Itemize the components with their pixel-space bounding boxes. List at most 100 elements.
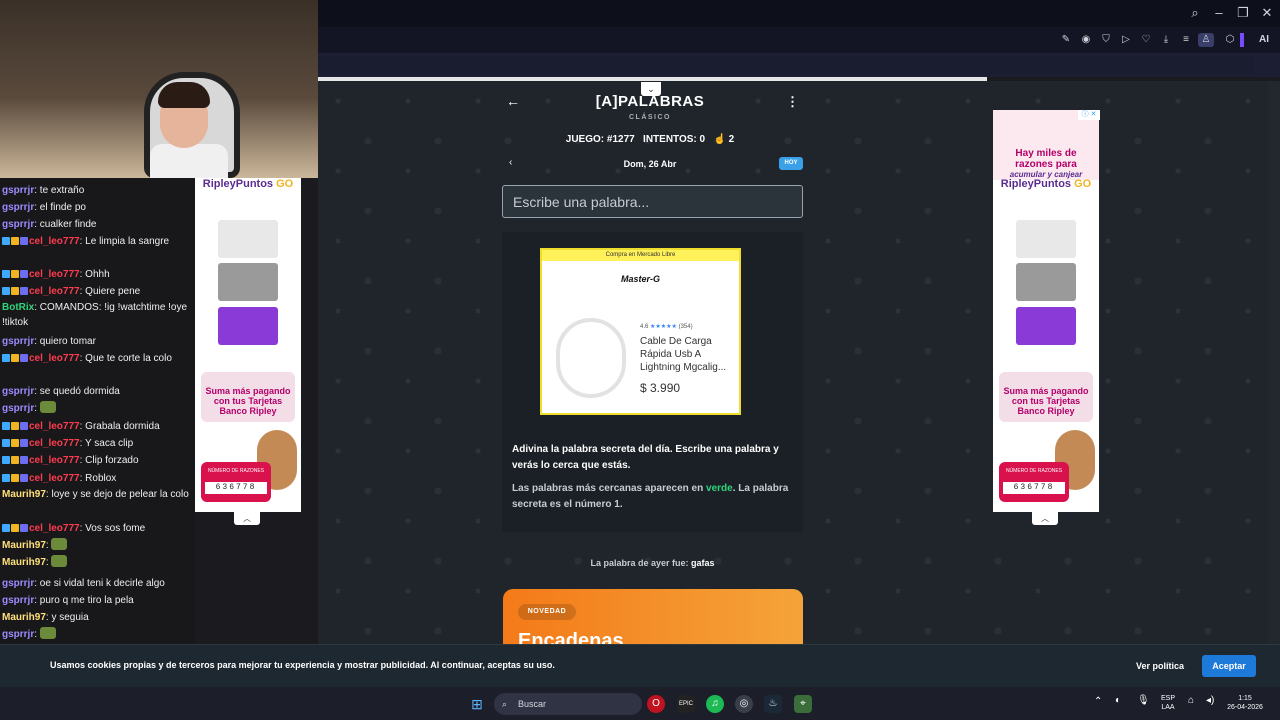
chat-message: cel_leo777: Quiere pene (2, 283, 192, 300)
chat-username[interactable]: cel_leo777 (29, 438, 80, 449)
streamer-torso (150, 144, 228, 178)
camera-icon[interactable]: ◉ (1078, 33, 1094, 47)
chat-message: gsprrjr: te extraño (2, 185, 85, 196)
today-button[interactable]: HOY (779, 157, 803, 170)
card-image (218, 263, 278, 301)
accept-button[interactable]: Aceptar (1202, 655, 1256, 677)
microphone-icon[interactable]: 🎙︎ (1137, 696, 1150, 706)
collapse-ad-left-button[interactable]: ︿ (234, 512, 260, 525)
taskbar-search[interactable]: ⌕ Buscar (494, 693, 642, 715)
chat-username[interactable]: gsprrjr (2, 578, 34, 589)
chat-username[interactable]: Maurih97 (2, 489, 46, 500)
badge-icon (11, 439, 19, 447)
edit-icon[interactable]: ✎ (1058, 33, 1074, 47)
badge-icon (2, 422, 10, 430)
emote-icon (39, 401, 56, 413)
clock[interactable]: 1:15 26-04-2026 (1224, 694, 1266, 712)
chat-message: cel_leo777: Que te corte la colo (2, 350, 192, 367)
tray-chevron-icon[interactable]: ⌃ (1094, 697, 1102, 707)
collapse-ad-right-button[interactable]: ︿ (1032, 512, 1058, 525)
badge-icon (20, 287, 28, 295)
address-bar[interactable] (318, 56, 1253, 74)
minimize-icon[interactable]: – (1209, 5, 1229, 20)
chat-username[interactable]: cel_leo777 (29, 286, 80, 297)
chat-message: gsprrjr: oe si vidal teni k decirle algo (2, 578, 165, 589)
maps-icon[interactable]: ⌖ (794, 695, 812, 713)
badge-icon (11, 270, 19, 278)
hint-icon[interactable]: ☝ (713, 134, 725, 145)
badge-icon (11, 456, 19, 464)
chat-username[interactable]: gsprrjr (2, 219, 34, 230)
epic-games-icon[interactable]: EPIC (677, 695, 695, 713)
stream-chat: gsprrjr: te extraño gsprrjr: el finde po g… (0, 178, 195, 720)
chat-username[interactable]: gsprrjr (2, 629, 34, 640)
chat-username[interactable]: cel_leo777 (29, 523, 80, 534)
chat-message: cel_leo777: Grabala dormida (2, 418, 192, 435)
language-indicator[interactable]: ESP LAA (1155, 694, 1181, 712)
play-icon[interactable]: ▷ (1118, 33, 1134, 47)
chat-username[interactable]: cel_leo777 (29, 269, 80, 280)
ad-price: $ 3.990 (640, 381, 681, 395)
chat-message: gsprrjr: quiero tomar (2, 336, 96, 347)
menu-icon[interactable]: ≡ (1178, 33, 1194, 47)
chat-message: Maurih97: (2, 554, 192, 571)
maximize-icon[interactable]: ❐ (1233, 5, 1253, 21)
network-icon[interactable]: ⌂ (1188, 696, 1194, 706)
badge-icon (11, 474, 19, 482)
volume-icon[interactable]: ◂) (1206, 696, 1214, 706)
shield-icon[interactable]: ⛉ (1098, 33, 1114, 47)
heart-icon[interactable]: ♡ (1138, 33, 1154, 47)
chat-text: te extraño (39, 185, 85, 196)
badge-icon (2, 474, 10, 482)
chat-username[interactable]: Maurih97 (2, 557, 46, 568)
mercadolibre-ad[interactable]: Compra en Mercado Libre Master-G 4.6 ★★★… (540, 248, 741, 415)
scrollbar[interactable] (1268, 81, 1280, 644)
close-icon[interactable]: ✕ (1257, 5, 1277, 21)
profile-icon[interactable]: ♙ (1198, 33, 1214, 47)
badge-icon (20, 354, 28, 362)
view-policy-button[interactable]: Ver política (1122, 655, 1198, 677)
steam-icon[interactable]: ♨ (764, 695, 782, 713)
ripley-ad-right[interactable]: Hay miles de razones para acumular y can… (993, 110, 1099, 512)
ad-info-icon[interactable]: ⓘ ✕ (1078, 110, 1100, 120)
chat-username[interactable]: BotRix (2, 302, 34, 313)
search-icon[interactable]: ⌕ (1185, 5, 1205, 21)
app-tray-icon[interactable]: ◐ (1115, 696, 1121, 706)
chat-username[interactable]: cel_leo777 (29, 421, 80, 432)
download-icon[interactable]: ⤓ (1158, 33, 1174, 47)
chat-username[interactable]: Maurih97 (2, 540, 46, 551)
chat-text: loye y se dejo de pelear la colo (51, 489, 189, 500)
badge-icon (11, 422, 19, 430)
ad-headline: Hay miles de razones para (1015, 148, 1077, 170)
ripley-logo: RipleyPuntos GO (1000, 178, 1092, 190)
ai-button[interactable]: AI (1252, 33, 1276, 47)
game-date: Dom, 26 Abr (623, 159, 677, 169)
spotify-icon[interactable]: ♫ (706, 695, 724, 713)
badge-icon (20, 474, 28, 482)
chat-message: cel_leo777: Ohhh (2, 266, 192, 283)
hint-count: 2 (728, 134, 735, 145)
chat-username[interactable]: gsprrjr (2, 403, 34, 414)
chat-username[interactable]: cel_leo777 (29, 473, 80, 484)
chat-message: cel_leo777: Roblox (2, 470, 192, 487)
chat-username[interactable]: gsprrjr (2, 386, 34, 397)
page-title: [A]PALABRAS (595, 93, 705, 110)
chat-username[interactable]: Maurih97 (2, 612, 46, 623)
app-icon[interactable]: ◎ (735, 695, 753, 713)
badge-icon (11, 237, 19, 245)
yesterday-word: La palabra de ayer fue: gafas (590, 558, 715, 568)
chat-username[interactable]: gsprrjr (2, 202, 34, 213)
chat-username[interactable]: cel_leo777 (29, 353, 80, 364)
more-options-icon[interactable]: ⋮ (786, 94, 799, 110)
chat-username[interactable]: cel_leo777 (29, 236, 80, 247)
chat-username[interactable]: cel_leo777 (29, 455, 80, 466)
word-input[interactable] (502, 185, 803, 218)
chat-username[interactable]: gsprrjr (2, 595, 34, 606)
chat-username[interactable]: gsprrjr (2, 185, 34, 196)
extension-icon[interactable]: ⬡ (1222, 33, 1238, 47)
windows-start-icon[interactable]: ⊞ (468, 695, 486, 713)
chat-username[interactable]: gsprrjr (2, 336, 34, 347)
opera-icon[interactable]: O (647, 695, 665, 713)
chat-text: Quiere pene (85, 286, 141, 297)
chat-text: el finde po (39, 202, 86, 213)
